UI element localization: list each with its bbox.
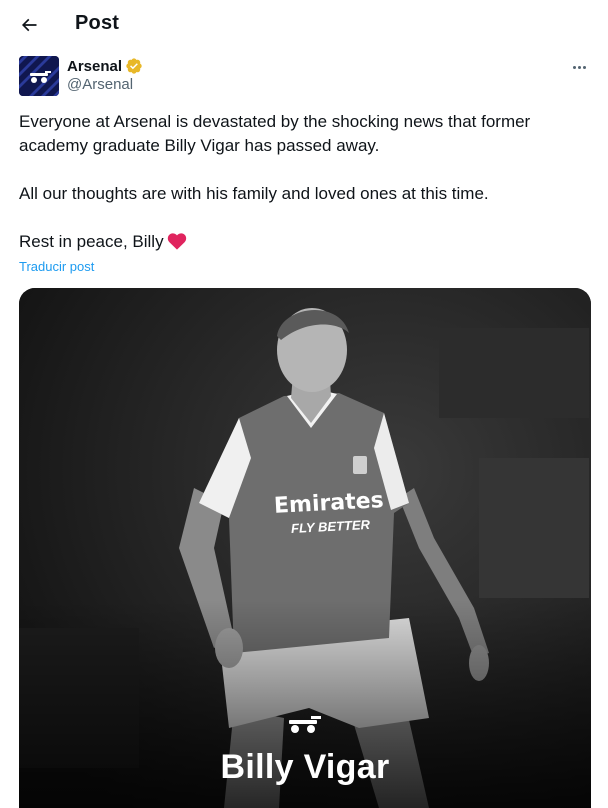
post-paragraph: Everyone at Arsenal is devastated by the…: [19, 112, 531, 155]
translate-post-link[interactable]: Traducir post: [19, 259, 94, 274]
avatar[interactable]: [19, 56, 59, 96]
ellipsis-icon: [572, 65, 576, 69]
arsenal-logo-icon: [19, 56, 59, 96]
name-line: Arsenal: [67, 56, 143, 76]
display-name[interactable]: Arsenal: [67, 58, 122, 75]
post-author: Arsenal @Arsenal: [19, 56, 594, 96]
page-header: Post: [0, 0, 608, 50]
image-caption: Billy Vigar: [220, 748, 390, 786]
post-paragraph-text: Rest in peace, Billy: [19, 232, 164, 251]
post-paragraph: Rest in peace, Billy: [19, 230, 579, 254]
red-heart-icon: [167, 233, 186, 250]
more-options-button[interactable]: [564, 56, 594, 78]
post-paragraph: All our thoughts are with his family and…: [19, 184, 489, 203]
verified-badge-icon: [126, 58, 142, 74]
player-photo: [19, 288, 591, 808]
user-handle[interactable]: @Arsenal: [67, 76, 133, 93]
arrow-left-icon: [21, 18, 37, 32]
post-image[interactable]: Emirates FLY BETTER Billy Vigar: [19, 288, 591, 808]
page-title: Post: [75, 12, 120, 34]
back-button[interactable]: [12, 8, 46, 42]
post-text: Everyone at Arsenal is devastated by the…: [19, 110, 579, 254]
